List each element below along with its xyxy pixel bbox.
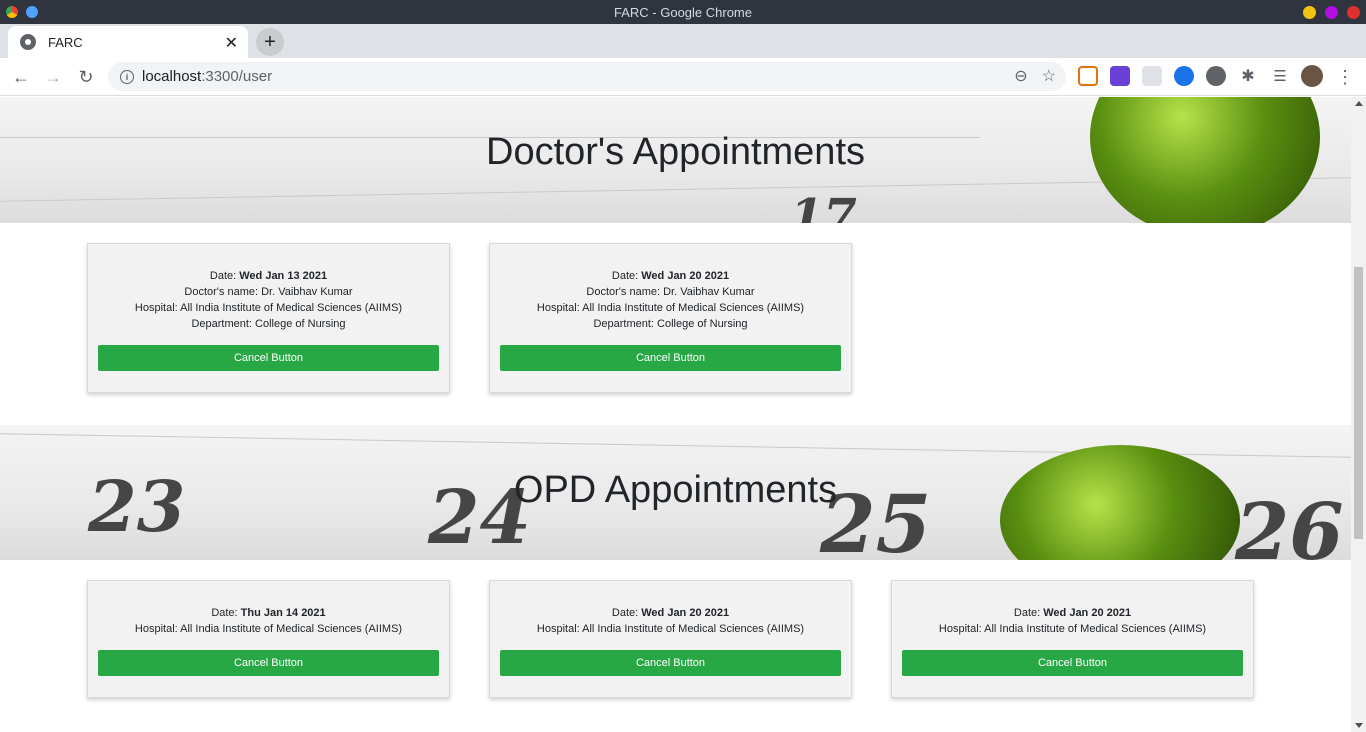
card-date: Date: Wed Jan 13 2021 (209, 270, 328, 282)
cancel-button[interactable]: Cancel Button (98, 650, 439, 676)
bookmark-star-icon[interactable]: ☆ (1042, 66, 1056, 86)
cancel-button[interactable]: Cancel Button (98, 345, 439, 371)
extension-react-icon[interactable] (1142, 66, 1162, 86)
scroll-up-icon[interactable] (1355, 101, 1363, 106)
card-date: Date: Wed Jan 20 2021 (611, 270, 730, 282)
window-titlebar: FARC - Google Chrome (0, 0, 1366, 24)
page-scrollbar[interactable] (1351, 97, 1366, 732)
card-hospital: Hospital: All India Institute of Medical… (134, 302, 403, 314)
card-hospital: Hospital: All India Institute of Medical… (536, 623, 805, 635)
card-doctor: Doctor's name: Dr. Vaibhav Kumar (184, 286, 353, 298)
banner-digit: 17 (790, 189, 857, 223)
appointment-card: Date: Thu Jan 14 2021 Hospital: All Indi… (87, 580, 450, 698)
globe-icon (20, 34, 36, 50)
chrome-logo-icon (6, 6, 18, 18)
new-tab-button[interactable]: + (256, 28, 284, 56)
cancel-button[interactable]: Cancel Button (500, 650, 841, 676)
card-hospital: Hospital: All India Institute of Medical… (938, 623, 1207, 635)
page-content: 17 Doctor's Appointments Date: Wed Jan 1… (0, 97, 1351, 732)
card-department: Department: College of Nursing (593, 318, 748, 330)
info-icon[interactable]: i (120, 69, 134, 84)
card-hospital: Hospital: All India Institute of Medical… (134, 623, 403, 635)
app-indicator-icon (26, 6, 38, 18)
appointment-card: Date: Wed Jan 20 2021 Hospital: All Indi… (891, 580, 1254, 698)
back-button[interactable]: ← (8, 64, 34, 90)
extensions-puzzle-icon[interactable]: ✱ (1238, 66, 1258, 86)
minimize-button[interactable] (1303, 6, 1316, 19)
browser-toolbar: ← → ↻ i localhost:3300/user ⊖ ☆ ✱ ☰ ⋮ (0, 58, 1366, 96)
card-hospital: Hospital: All India Institute of Medical… (536, 302, 805, 314)
cancel-button[interactable]: Cancel Button (500, 345, 841, 371)
card-doctor: Doctor's name: Dr. Vaibhav Kumar (586, 286, 755, 298)
reload-button[interactable]: ↻ (73, 64, 99, 90)
extension-bookmark-icon[interactable] (1174, 66, 1194, 86)
chrome-menu-button[interactable]: ⋮ (1332, 64, 1358, 90)
forward-button[interactable]: → (40, 64, 66, 90)
doctor-banner: 17 Doctor's Appointments (0, 97, 1351, 223)
extension-puzzle-purple-icon[interactable] (1110, 66, 1130, 86)
extension-network-icon[interactable] (1078, 66, 1098, 86)
appointment-card: Date: Wed Jan 20 2021 Hospital: All Indi… (489, 580, 852, 698)
card-date: Date: Thu Jan 14 2021 (211, 607, 326, 619)
url-path: :3300/user (201, 68, 273, 85)
scrollbar-thumb[interactable] (1354, 267, 1363, 539)
doctor-section-title: Doctor's Appointments (486, 131, 865, 173)
tab-farc[interactable]: FARC ✕ (8, 26, 248, 58)
profile-avatar[interactable] (1301, 65, 1323, 87)
extension-circle-icon[interactable] (1206, 66, 1226, 86)
appointment-card: Date: Wed Jan 20 2021 Doctor's name: Dr.… (489, 243, 852, 393)
scroll-down-icon[interactable] (1355, 723, 1363, 728)
card-department: Department: College of Nursing (191, 318, 346, 330)
appointment-card: Date: Wed Jan 13 2021 Doctor's name: Dr.… (87, 243, 450, 393)
address-bar[interactable]: i localhost:3300/user ⊖ ☆ (108, 62, 1066, 91)
card-date: Date: Wed Jan 20 2021 (1013, 607, 1132, 619)
close-window-button[interactable] (1347, 6, 1360, 19)
media-queue-icon[interactable]: ☰ (1270, 66, 1290, 86)
cancel-button[interactable]: Cancel Button (902, 650, 1243, 676)
opd-section-title: OPD Appointments (513, 469, 838, 511)
maximize-button[interactable] (1325, 6, 1338, 19)
opd-banner: 23 24 25 26 OPD Appointments (0, 425, 1351, 560)
card-date: Date: Wed Jan 20 2021 (611, 607, 730, 619)
tab-strip: FARC ✕ + (0, 24, 1366, 58)
url-host: localhost (142, 68, 202, 85)
window-title: FARC - Google Chrome (614, 4, 752, 20)
close-tab-icon[interactable]: ✕ (225, 33, 238, 53)
tab-title: FARC (48, 34, 83, 50)
zoom-icon[interactable]: ⊖ (1014, 66, 1027, 86)
